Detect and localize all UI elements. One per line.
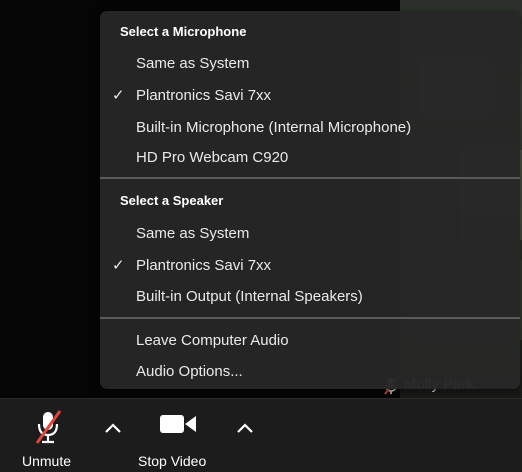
unmute-button[interactable]: Unmute	[14, 405, 76, 469]
speaker-option-plantronics[interactable]: Plantronics Savi 7xx	[136, 257, 271, 274]
meeting-toolbar: Unmute Stop Video	[0, 398, 522, 472]
mic-option-hd-webcam[interactable]: HD Pro Webcam C920	[136, 149, 288, 166]
checkmark-icon: ✓	[112, 257, 125, 274]
unmute-label: Unmute	[22, 453, 72, 469]
leave-computer-audio-item[interactable]: Leave Computer Audio	[136, 332, 289, 349]
speaker-option-builtin[interactable]: Built-in Output (Internal Speakers)	[136, 288, 363, 305]
menu-separator	[100, 177, 520, 179]
menu-separator	[100, 317, 520, 319]
mic-option-same-as-system[interactable]: Same as System	[136, 55, 249, 72]
stop-video-button[interactable]: Stop Video	[134, 405, 224, 469]
video-options-caret-icon[interactable]	[236, 421, 254, 439]
microphone-muted-icon	[34, 409, 62, 450]
stop-video-label: Stop Video	[138, 453, 207, 469]
audio-options-item[interactable]: Audio Options...	[136, 363, 243, 380]
video-camera-icon	[158, 413, 198, 440]
audio-options-caret-icon[interactable]	[104, 421, 122, 439]
checkmark-icon: ✓	[112, 87, 125, 104]
audio-device-menu: Select a Microphone Same as System ✓ Pla…	[100, 11, 520, 389]
select-microphone-header: Select a Microphone	[120, 24, 247, 39]
select-speaker-header: Select a Speaker	[120, 193, 224, 208]
mic-option-plantronics[interactable]: Plantronics Savi 7xx	[136, 87, 271, 104]
mic-option-builtin[interactable]: Built-in Microphone (Internal Microphone…	[136, 119, 411, 136]
speaker-option-same-as-system[interactable]: Same as System	[136, 225, 249, 242]
